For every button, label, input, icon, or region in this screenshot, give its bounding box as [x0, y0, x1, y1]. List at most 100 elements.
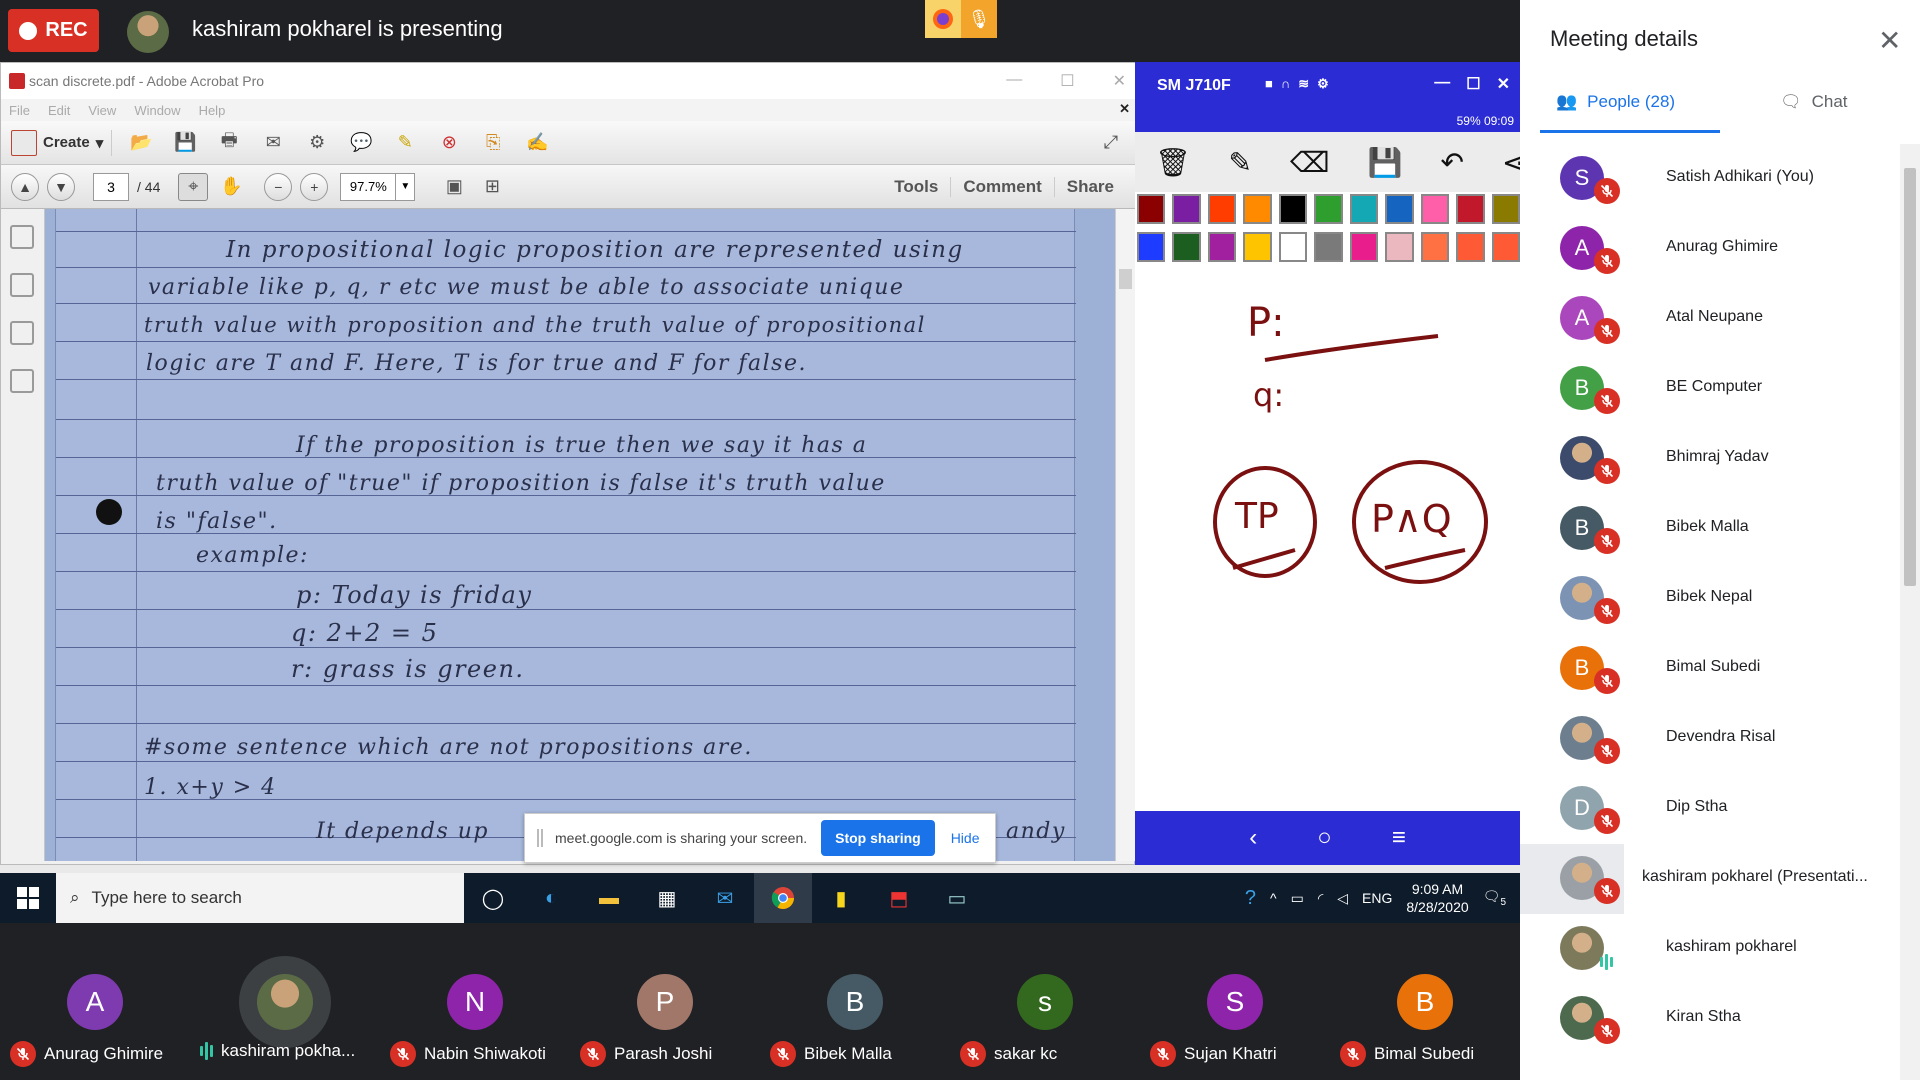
maximize-icon[interactable]: ☐ [1466, 74, 1480, 94]
volume-icon[interactable]: ◁ [1337, 890, 1348, 907]
wifi-icon[interactable]: ≋ [1298, 76, 1309, 92]
people-scrollbar[interactable] [1900, 144, 1920, 1080]
tab-tools[interactable]: Tools [882, 177, 950, 197]
create-button[interactable]: Create ▾ [11, 129, 113, 156]
network-icon[interactable]: ◜ [1318, 890, 1323, 907]
person-row[interactable]: Kiran Stha [1520, 984, 1900, 1054]
zoom-dropdown-icon[interactable]: ▼ [395, 172, 416, 201]
menu-edit[interactable]: Edit [48, 103, 70, 118]
camera-icon[interactable]: ■ [1265, 76, 1273, 92]
color-swatch[interactable] [1137, 232, 1166, 262]
person-row[interactable]: B BE Computer [1520, 354, 1900, 424]
windows-start-icon[interactable] [0, 873, 56, 923]
signatures-icon[interactable] [10, 369, 34, 393]
delete-page-icon[interactable]: ⊗ [434, 129, 464, 157]
minimize-icon[interactable]: — [1006, 71, 1022, 91]
sign-icon[interactable]: ✍ [522, 129, 552, 157]
bookmarks-icon[interactable] [10, 273, 34, 297]
hand-tool-icon[interactable]: ✋ [216, 173, 246, 201]
menu-window[interactable]: Window [134, 103, 180, 118]
comment-icon[interactable]: 💬 [346, 129, 376, 157]
color-swatch[interactable] [1456, 194, 1485, 224]
minimize-icon[interactable]: — [1434, 74, 1450, 94]
person-row[interactable]: A Atal Neupane [1520, 284, 1900, 354]
whiteboard-canvas[interactable]: P: q: TP P∧Q [1135, 268, 1520, 811]
tab-people[interactable]: 👥 People (28) [1556, 92, 1675, 112]
print-icon[interactable]: 🖶 [214, 129, 244, 157]
trash-icon[interactable]: 🗑 [1155, 146, 1191, 179]
menu-icon[interactable]: ≡ [1392, 824, 1406, 852]
person-row[interactable]: Bhimraj Yadav [1520, 424, 1900, 494]
participant-tile[interactable]: A Anurag Ghimire [0, 923, 190, 1080]
close-icon[interactable]: ✕ [1497, 74, 1510, 94]
pen-icon[interactable]: ✎ [1229, 146, 1252, 179]
tab-chat[interactable]: 🗨 Chat [1780, 92, 1848, 112]
taskbar-search[interactable]: ⌕ Type here to search [56, 873, 464, 923]
chrome-icon[interactable] [754, 873, 812, 923]
tab-share[interactable]: Share [1053, 177, 1126, 197]
color-swatch[interactable] [1137, 194, 1166, 224]
color-swatch[interactable] [1207, 232, 1237, 262]
document-page[interactable]: In propositional logic proposition are r… [45, 209, 1115, 861]
participant-tile[interactable]: kashiram pokha... [190, 923, 380, 1080]
file-explorer-icon[interactable]: ▬ [580, 873, 638, 923]
scrollbar-thumb[interactable] [1904, 168, 1916, 586]
save-icon[interactable]: 💾 [1368, 146, 1403, 179]
color-swatch[interactable] [1349, 232, 1379, 262]
person-row[interactable]: S Satish Adhikari (You) [1520, 144, 1900, 214]
acrobat-icon[interactable]: ⬒ [870, 873, 928, 923]
chevron-up-icon[interactable]: ^ [1270, 890, 1277, 906]
back-icon[interactable]: ‹ [1249, 824, 1257, 852]
attachments-icon[interactable] [10, 321, 34, 345]
color-swatch[interactable] [1243, 232, 1272, 262]
color-swatch[interactable] [1207, 194, 1237, 224]
edge-icon[interactable]: ◐ [522, 873, 580, 923]
color-swatch[interactable] [1491, 232, 1520, 262]
document-scrollbar[interactable] [1115, 209, 1135, 861]
menu-help[interactable]: Help [199, 103, 226, 118]
person-row[interactable]: D Dip Stha [1520, 774, 1900, 844]
person-row[interactable]: Bibek Nepal [1520, 564, 1900, 634]
participant-tile[interactable]: N Nabin Shiwakoti [380, 923, 570, 1080]
color-swatch[interactable] [1420, 194, 1450, 224]
highlight-icon[interactable]: ✎ [390, 129, 420, 157]
notifications-icon[interactable]: 🗨5 [1483, 888, 1506, 908]
language-indicator[interactable]: ENG [1362, 890, 1392, 906]
person-row[interactable]: kashiram pokharel (Presentati... [1520, 844, 1900, 914]
firefox-icon[interactable] [925, 0, 961, 38]
fit-width-icon[interactable]: ⊞ [477, 173, 507, 201]
close-icon[interactable]: ✕ [1878, 24, 1901, 57]
color-swatch[interactable] [1385, 194, 1414, 224]
pages-icon[interactable] [10, 225, 34, 249]
menu-view[interactable]: View [88, 103, 116, 118]
person-row[interactable]: Devendra Risal [1520, 704, 1900, 774]
menu-file[interactable]: File [9, 103, 30, 118]
export-icon[interactable]: ⎘ [478, 129, 508, 157]
close-icon[interactable]: ✕ [1113, 71, 1126, 91]
select-tool-icon[interactable]: ⌖ [178, 172, 209, 201]
scrollbar-thumb[interactable] [1119, 269, 1132, 289]
participant-tile[interactable]: S Sujan Khatri [1140, 923, 1330, 1080]
participant-tile[interactable]: P Parash Joshi [570, 923, 760, 1080]
clock[interactable]: 9:09 AM 8/28/2020 [1406, 880, 1468, 916]
settings-icon[interactable]: ⚙ [302, 129, 332, 157]
hide-button[interactable]: Hide [951, 830, 980, 846]
color-swatch[interactable] [1456, 232, 1485, 262]
fit-page-icon[interactable]: ▣ [439, 173, 469, 201]
save-icon[interactable]: 💾 [170, 129, 200, 157]
open-folder-icon[interactable]: 📂 [126, 129, 156, 157]
participant-tile[interactable]: s sakar kc [950, 923, 1140, 1080]
tab-comment[interactable]: Comment [950, 177, 1053, 197]
color-swatch[interactable] [1278, 194, 1308, 224]
app-icon[interactable]: ▭ [928, 873, 986, 923]
color-swatch[interactable] [1349, 194, 1379, 224]
microphone-icon[interactable]: 🎙 [961, 0, 997, 38]
color-swatch[interactable] [1491, 194, 1520, 224]
fullscreen-icon[interactable]: ⤢ [1096, 129, 1126, 157]
home-icon[interactable]: ○ [1317, 824, 1332, 852]
close-document-icon[interactable]: ✕ [1119, 101, 1130, 117]
color-swatch[interactable] [1172, 194, 1201, 224]
email-icon[interactable]: ✉ [258, 129, 288, 157]
zoom-in-icon[interactable]: + [300, 172, 329, 201]
color-swatch[interactable] [1172, 232, 1201, 262]
